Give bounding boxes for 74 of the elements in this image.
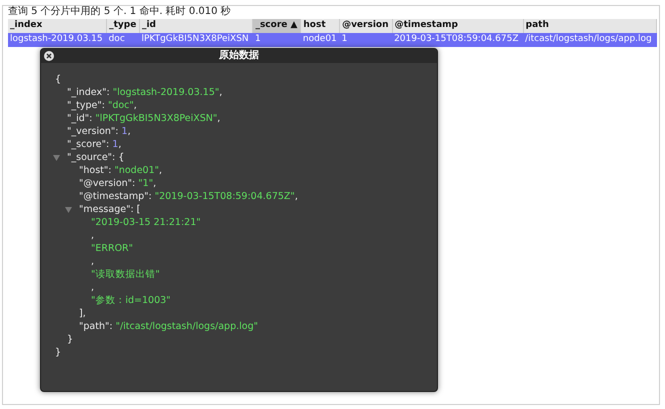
json-comma: , [134,100,137,111]
table-cell: doc [106,33,140,47]
column-header[interactable]: _score ▲ [252,19,301,33]
json-key: "_version" [67,126,116,137]
json-comma: , [91,230,94,241]
json-colon: : [115,126,120,137]
json-comma: , [294,191,298,202]
table-cell: 2019-03-15T08:59:04.675Z [392,33,524,47]
collapse-triangle-icon[interactable] [53,154,60,160]
json-comma: , [118,139,122,150]
json-value: "logstash-2019.03.15" [112,87,220,98]
json-value: "2019-03-15 21:21:21" [91,217,201,228]
json-comma: , [82,308,86,319]
json-value: "lPKTgGkBI5N3X8PeiXSN" [95,113,218,124]
column-header[interactable]: _type [106,19,140,33]
json-value: 1 [112,139,118,150]
collapse-triangle-icon[interactable] [65,206,72,212]
json-key: "path" [79,321,110,332]
json-value: "ERROR" [91,243,134,254]
json-bracket: [ [136,203,140,216]
json-comma: , [159,165,162,176]
table-cell: logstash-2019.03.15 [8,33,107,47]
json-key: "_type" [67,100,102,111]
column-header[interactable]: host [300,19,340,33]
json-key: "@timestamp" [79,191,148,202]
json-key: "_source" [67,151,112,164]
json-value: "2019-03-15T08:59:04.675Z" [154,191,295,202]
json-value: 1 [122,126,128,137]
column-header[interactable]: _index [8,19,107,33]
column-header[interactable]: path [523,19,656,33]
json-comma: , [91,256,94,267]
json-key: "_score" [67,139,106,150]
column-header[interactable]: @version [340,19,392,33]
json-key: "host" [79,165,108,176]
query-summary: 查询 5 个分片中用的 5 个. 1 命中. 耗时 0.010 秒 [8,6,232,18]
json-value: "1" [138,178,154,189]
json-colon: : [102,100,106,111]
dialog-title: 原始数据 [219,49,259,63]
close-icon[interactable] [44,51,54,61]
json-colon: : [108,165,112,176]
json-comma: , [217,113,220,124]
json-colon: : [130,203,135,216]
json-key: "@version" [79,178,132,189]
table-cell: lPKTgGkBI5N3X8PeiXSN [139,33,253,47]
json-key: "message" [79,203,130,216]
json-colon: : [106,87,111,98]
json-bracket: } [67,334,74,345]
json-bracket: { [118,151,124,164]
json-bracket: { [55,73,62,86]
table-cell: 1 [340,33,392,47]
table-cell: /itcast/logstash/logs/app.log [523,33,656,47]
json-colon: : [132,178,136,189]
json-comma: , [91,282,94,293]
json-comma: , [153,178,156,189]
table-cell: 1 [252,33,301,47]
json-colon: : [89,113,94,124]
json-colon: : [109,321,114,332]
json-key: "_index" [67,87,106,98]
json-value: "doc" [108,100,134,111]
json-comma: , [128,126,131,137]
json-colon: : [112,151,116,164]
json-value: "参数：id=1003" [91,295,171,306]
json-bracket: ] [79,308,83,319]
json-value: "node01" [114,165,160,176]
json-comma: , [219,87,222,98]
json-value: "读取数据出错" [91,269,160,280]
json-value: "/itcast/logstash/logs/app.log" [116,321,258,332]
json-colon: : [148,191,153,202]
json-key: "_id" [67,113,90,124]
table-cell: node01 [300,33,340,47]
json-bracket: } [55,347,62,358]
column-header[interactable]: _id [139,19,253,33]
json-colon: : [106,139,110,150]
column-header[interactable]: @timestamp [392,19,524,33]
